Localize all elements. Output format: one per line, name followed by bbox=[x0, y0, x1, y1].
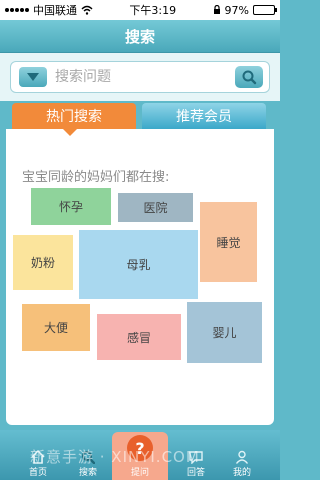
tab-recommended-members[interactable]: 推荐会员 bbox=[142, 103, 266, 129]
status-left: 中国联通 bbox=[5, 2, 93, 18]
search-icon bbox=[242, 70, 257, 85]
status-bar: 中国联通 下午3:19 97% bbox=[0, 0, 280, 20]
nav-search-label: 搜索 bbox=[78, 468, 97, 478]
tab-hot-search[interactable]: 热门搜索 bbox=[12, 103, 136, 129]
signal-icon bbox=[5, 8, 29, 12]
nav-answer-label: 回答 bbox=[186, 468, 205, 478]
lock-rotation-icon bbox=[213, 5, 220, 14]
nav-mine[interactable]: 我的 bbox=[216, 446, 268, 478]
tag-breastmilk[interactable]: 母乳 bbox=[79, 230, 198, 299]
panel-subtitle: 宝宝同龄的妈妈们都在搜: bbox=[22, 170, 170, 185]
tag-hospital[interactable]: 医院 bbox=[118, 193, 193, 222]
battery-percent: 97% bbox=[224, 3, 249, 17]
carrier-label: 中国联通 bbox=[33, 4, 77, 17]
nav-home-label: 首页 bbox=[28, 468, 47, 478]
nav-home[interactable]: 首页 bbox=[12, 446, 64, 478]
search-button[interactable] bbox=[235, 66, 263, 88]
nav-mine-label: 我的 bbox=[232, 468, 251, 478]
search-input[interactable] bbox=[55, 65, 225, 89]
nav-search[interactable]: 搜索 bbox=[62, 446, 114, 478]
search-icon bbox=[82, 451, 95, 464]
nav-ask-label: 提问 bbox=[130, 468, 149, 478]
nav-ask[interactable]: ? 提问 bbox=[112, 432, 168, 480]
status-right: 97% bbox=[213, 3, 277, 17]
tag-formula[interactable]: 奶粉 bbox=[13, 235, 73, 290]
tag-pregnancy[interactable]: 怀孕 bbox=[31, 188, 111, 225]
page-title: 搜索 bbox=[0, 20, 280, 53]
battery-icon bbox=[253, 5, 277, 15]
search-area bbox=[0, 53, 280, 101]
status-time: 下午3:19 bbox=[129, 4, 177, 17]
search-category-dropdown[interactable] bbox=[19, 67, 47, 87]
chevron-down-icon bbox=[27, 73, 39, 81]
tag-stool[interactable]: 大便 bbox=[22, 304, 90, 351]
tag-cold[interactable]: 感冒 bbox=[97, 314, 181, 360]
tab-pointer bbox=[63, 129, 77, 136]
wifi-icon bbox=[81, 5, 93, 15]
tag-sleep[interactable]: 睡觉 bbox=[200, 202, 257, 282]
search-box bbox=[10, 61, 270, 93]
home-icon bbox=[31, 450, 45, 464]
tag-infant[interactable]: 婴儿 bbox=[187, 302, 262, 363]
user-icon bbox=[235, 450, 249, 464]
nav-answer[interactable]: 回答 bbox=[170, 446, 222, 478]
answer-icon bbox=[189, 451, 203, 464]
question-icon: ? bbox=[127, 435, 153, 461]
